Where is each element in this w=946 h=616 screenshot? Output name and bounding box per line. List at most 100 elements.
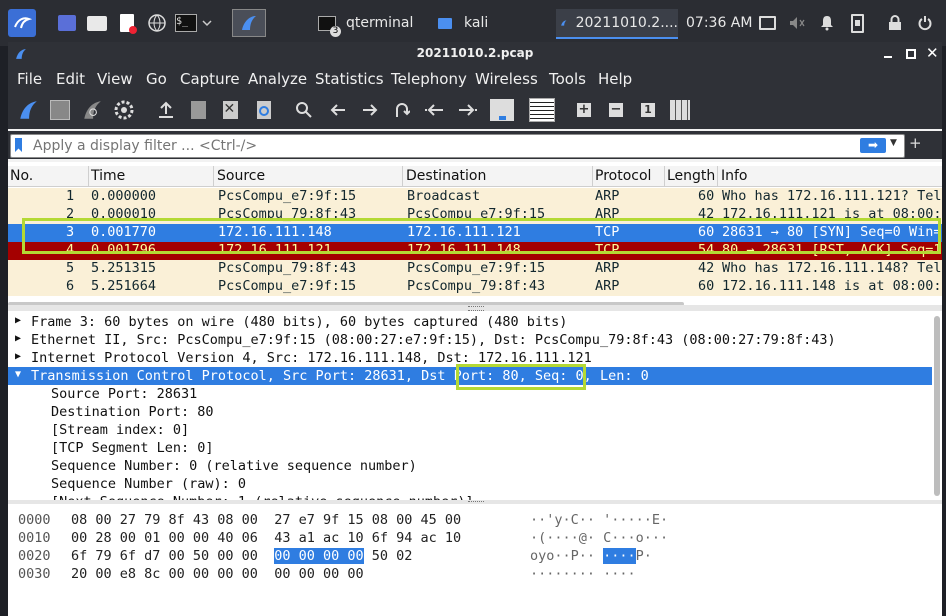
go-forward-icon[interactable] [358, 98, 382, 122]
maximize-icon[interactable] [906, 49, 916, 59]
close-file-icon[interactable]: ✕ [218, 98, 242, 122]
volume-muted-icon[interactable] [788, 9, 806, 37]
packet-row-1[interactable]: 1 0.000000 PcsCompu_e7:9f:15 Broadcast A… [8, 188, 942, 206]
bytes-hex-row[interactable]: 6f 79 6f d7 00 50 00 00 00 00 00 00 50 0… [71, 548, 412, 566]
column-no[interactable]: No. [10, 168, 33, 184]
wireshark-window: 20211010.2.pcap ✕ File Edit View Go Capt… [8, 42, 942, 616]
menu-wireless[interactable]: Wireless [475, 70, 538, 88]
autoscroll-icon[interactable] [488, 98, 516, 122]
battery-icon[interactable] [848, 9, 866, 37]
last-packet-icon[interactable] [456, 98, 480, 122]
packet-row-5[interactable]: 5 5.251315 PcsCompu_79:8f:43 PcsCompu_e7… [8, 260, 942, 278]
stop-capture-icon[interactable] [48, 98, 72, 122]
detail-source-port[interactable]: Source Port: 28631 [51, 386, 197, 404]
detail-seq-number[interactable]: Sequence Number: 0 (relative sequence nu… [51, 458, 417, 476]
column-protocol[interactable]: Protocol [595, 168, 651, 184]
files-icon[interactable] [86, 9, 108, 37]
reload-icon[interactable] [252, 98, 276, 122]
workspace-icon[interactable] [56, 9, 78, 37]
normal-size-icon[interactable]: 1 [636, 98, 660, 122]
text-editor-icon[interactable] [116, 9, 138, 37]
menu-file[interactable]: File [17, 70, 42, 88]
menu-analyze[interactable]: Analyze [248, 70, 307, 88]
taskbar-kali[interactable]: kali [434, 9, 538, 37]
minimize-icon[interactable] [884, 56, 892, 58]
expand-icon[interactable]: ▶ [15, 351, 25, 362]
bytes-ascii-row[interactable]: ··'y·C·· '·····E· [530, 512, 668, 530]
restart-capture-icon[interactable] [80, 98, 104, 122]
expand-icon[interactable]: ▶ [15, 333, 25, 344]
terminal-icon[interactable]: $_ [174, 9, 198, 37]
cell-info: Who has 172.16.111.121? Tell 172.16.111.… [722, 188, 942, 204]
display-filter-input[interactable] [31, 136, 855, 156]
clock-label: 07:36 AM [686, 15, 753, 31]
wireshark-launcher-icon[interactable] [232, 9, 266, 37]
capture-options-icon[interactable] [112, 98, 136, 122]
column-length[interactable]: Length [667, 168, 715, 184]
taskbar-qterminal-label: qterminal [346, 15, 414, 31]
zoom-out-icon[interactable]: − [604, 98, 628, 122]
go-back-icon[interactable] [326, 98, 350, 122]
filter-dropdown-icon[interactable]: ▼ [890, 138, 897, 148]
detail-destination-port[interactable]: Destination Port: 80 [51, 404, 214, 422]
kali-menu-icon[interactable] [8, 9, 36, 37]
highlight-box-packet-3 [22, 218, 941, 254]
column-time[interactable]: Time [91, 168, 125, 184]
browser-icon[interactable] [146, 9, 168, 37]
menu-view[interactable]: View [97, 70, 133, 88]
clock[interactable]: 07:36 AM [686, 9, 756, 37]
bytes-hex-row[interactable]: 08 00 27 79 8f 43 08 00 27 e7 9f 15 08 0… [71, 512, 461, 530]
detail-frame[interactable]: Frame 3: 60 bytes on wire (480 bits), 60… [31, 314, 567, 332]
first-packet-icon[interactable] [422, 98, 446, 122]
menu-capture[interactable]: Capture [180, 70, 240, 88]
start-capture-icon[interactable] [16, 98, 40, 122]
menu-tools[interactable]: Tools [549, 70, 586, 88]
collapse-icon[interactable]: ▼ [15, 369, 25, 380]
menu-go[interactable]: Go [146, 70, 167, 88]
detail-seq-raw[interactable]: Sequence Number (raw): 0 [51, 476, 246, 494]
bytes-hex-row[interactable]: 20 00 e8 8c 00 00 00 00 00 00 00 00 [71, 566, 364, 584]
main-toolbar: ✕ + − 1 [8, 91, 942, 129]
bytes-ascii-row[interactable]: oyo··P·· ····P· [530, 548, 652, 566]
wireshark-icon [561, 20, 567, 26]
column-destination[interactable]: Destination [406, 168, 486, 184]
column-source[interactable]: Source [217, 168, 265, 184]
pane-splitter[interactable] [8, 305, 942, 311]
find-packet-icon[interactable] [292, 98, 316, 122]
power-icon[interactable] [914, 9, 936, 37]
lock-icon[interactable] [886, 9, 904, 37]
bytes-hex-row[interactable]: 00 28 00 01 00 00 40 06 43 a1 ac 10 6f 9… [71, 530, 461, 548]
expand-icon[interactable]: ▶ [15, 315, 25, 326]
bytes-ascii-row[interactable]: ········ ···· [530, 566, 636, 584]
menu-help[interactable]: Help [598, 70, 632, 88]
menu-statistics[interactable]: Statistics [315, 70, 384, 88]
taskbar-wireshark[interactable]: 20211010.2.... [556, 9, 678, 39]
detail-ethernet[interactable]: Ethernet II, Src: PcsCompu_e7:9f:15 (08:… [31, 332, 836, 350]
save-file-icon[interactable] [186, 98, 210, 122]
close-icon[interactable]: ✕ [926, 44, 939, 62]
zoom-in-icon[interactable]: + [572, 98, 596, 122]
add-filter-button[interactable]: + [909, 134, 922, 152]
colorize-icon[interactable] [528, 98, 556, 122]
display-icon[interactable] [758, 9, 776, 37]
menu-edit[interactable]: Edit [56, 70, 85, 88]
bookmark-icon[interactable] [15, 138, 22, 152]
bytes-ascii-row[interactable]: ·(····@· C···o··· [530, 530, 668, 548]
detail-segment-len[interactable]: [TCP Segment Len: 0] [51, 440, 214, 458]
bell-icon[interactable] [818, 9, 836, 37]
column-info[interactable]: Info [721, 168, 748, 184]
details-scrollbar[interactable] [934, 316, 940, 496]
open-file-icon[interactable] [154, 98, 178, 122]
resize-columns-icon[interactable] [668, 98, 692, 122]
detail-stream-index[interactable]: [Stream index: 0] [51, 422, 189, 440]
packet-row-6[interactable]: 6 5.251664 PcsCompu_e7:9f:15 PcsCompu_79… [8, 278, 942, 296]
go-to-packet-icon[interactable] [390, 98, 414, 122]
chevron-down-icon[interactable] [200, 9, 214, 37]
folder-icon [438, 17, 452, 29]
cell-source: PcsCompu_e7:9f:15 [218, 278, 357, 294]
menu-telephony[interactable]: Telephony [391, 70, 467, 88]
qterminal-icon: 3 [318, 15, 341, 37]
cell-info: 172.16.111.148 is at 08:00:27:e7:9f:15 [722, 278, 942, 294]
apply-filter-icon[interactable]: ➡ [860, 138, 886, 153]
taskbar-qterminal[interactable]: 3 qterminal [312, 9, 424, 37]
